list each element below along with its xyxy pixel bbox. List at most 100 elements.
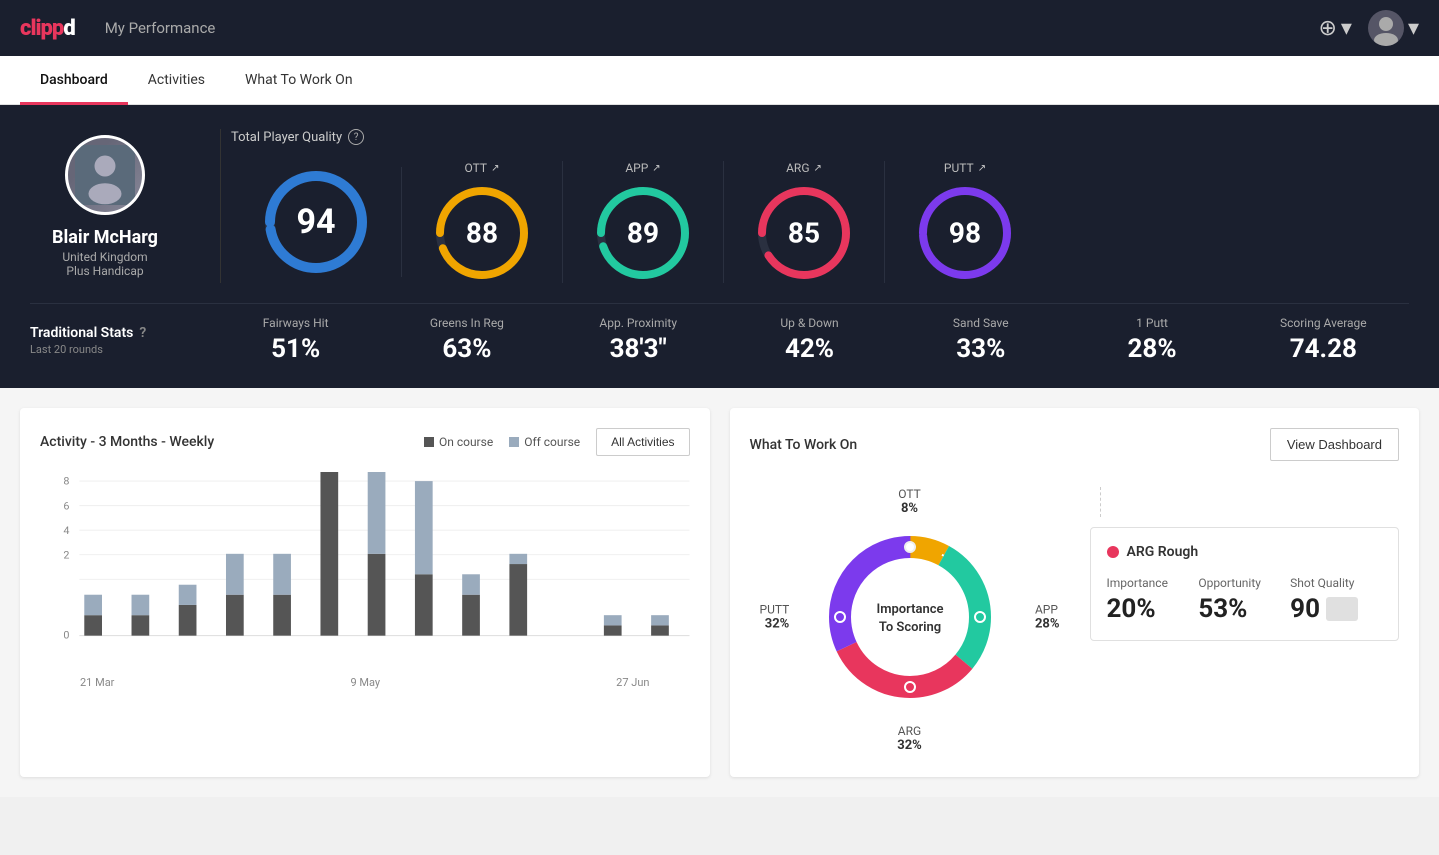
- putt-label: PUTT ↗: [944, 161, 986, 175]
- stat-updown: Up & Down 42%: [724, 316, 895, 364]
- ott-score-item: OTT ↗ 88: [402, 161, 563, 283]
- app-donut-label: APP 28%: [1035, 603, 1060, 632]
- putt-donut-label: PUTT 32%: [760, 603, 790, 632]
- activity-card: Activity - 3 Months - Weekly On course O…: [20, 408, 710, 777]
- ott-donut-label: OTT 8%: [898, 487, 921, 516]
- stats-help-icon[interactable]: ?: [139, 325, 146, 341]
- stat-label-group: Traditional Stats ? Last 20 rounds: [30, 325, 210, 356]
- detail-dot: [1107, 546, 1119, 558]
- putt-score-value: 98: [949, 217, 981, 250]
- stat-1putt-label: 1 Putt: [1066, 316, 1237, 330]
- avatar: [1368, 10, 1404, 46]
- importance-label: Importance: [1107, 576, 1199, 590]
- header-left: clippd My Performance: [20, 16, 215, 41]
- bar: [84, 615, 102, 635]
- stat-gir-value: 63%: [381, 334, 552, 364]
- stat-updown-label: Up & Down: [724, 316, 895, 330]
- all-activities-button[interactable]: All Activities: [596, 428, 689, 456]
- putt-score-item: PUTT ↗ 98: [885, 161, 1045, 283]
- header: clippd My Performance ⊕ ▾ ▾: [0, 0, 1439, 56]
- stat-scoring-value: 74.28: [1238, 334, 1409, 364]
- stat-1putt: 1 Putt 28%: [1066, 316, 1237, 364]
- off-course-dot: [509, 437, 519, 447]
- arg-score-value: 85: [788, 217, 820, 250]
- app-score-value: 89: [627, 217, 659, 250]
- stat-scoring: Scoring Average 74.28: [1238, 316, 1409, 364]
- player-info: Blair McHarg United Kingdom Plus Handica…: [30, 135, 210, 278]
- chart-x-labels: 21 Mar 9 May 27 Jun: [40, 676, 690, 689]
- wtwo-card: What To Work On View Dashboard OTT 8% AP…: [730, 408, 1420, 777]
- scores-row: 94 OTT ↗ 88: [231, 161, 1409, 283]
- bar: [273, 595, 291, 636]
- x-label-3: 27 Jun: [616, 676, 649, 689]
- wtwo-title: What To Work On: [750, 437, 858, 453]
- arg-label: ARG ↗: [786, 161, 822, 175]
- divider: [220, 129, 221, 283]
- arg-donut-label: ARG 32%: [897, 724, 922, 753]
- bar: [132, 615, 150, 635]
- chart-svg: 8 6 4 2 0: [40, 472, 690, 672]
- stats-row: Traditional Stats ? Last 20 rounds Fairw…: [30, 303, 1409, 364]
- chart-legend: On course Off course: [424, 435, 580, 449]
- player-name: Blair McHarg: [52, 227, 158, 248]
- activity-chart-title: Activity - 3 Months - Weekly: [40, 434, 214, 450]
- plus-circle-icon: ⊕: [1318, 16, 1336, 41]
- quality-label: Total Player Quality ?: [231, 129, 1409, 145]
- stat-gir: Greens In Reg 63%: [381, 316, 552, 364]
- header-right: ⊕ ▾ ▾: [1318, 10, 1419, 46]
- bar: [226, 595, 244, 636]
- detail-importance: Importance 20%: [1107, 576, 1199, 624]
- svg-text:To Scoring: To Scoring: [878, 620, 940, 635]
- ott-ring: 88: [432, 183, 532, 283]
- tab-what-to-work-on[interactable]: What To Work On: [225, 56, 373, 105]
- player-handicap: Plus Handicap: [66, 264, 143, 278]
- detail-card: ARG Rough Importance 20% Opportunity 53%…: [1090, 527, 1400, 641]
- legend-on-course: On course: [424, 435, 493, 449]
- donut-svg: Importance To Scoring: [810, 517, 1010, 717]
- app-arrow-icon: ↗: [652, 163, 660, 174]
- bar-off: [651, 615, 669, 625]
- hero-section: Blair McHarg United Kingdom Plus Handica…: [0, 105, 1439, 388]
- arg-ring: 85: [754, 183, 854, 283]
- bar-off: [604, 615, 622, 625]
- detail-area: ARG Rough Importance 20% Opportunity 53%…: [1090, 477, 1400, 641]
- svg-text:4: 4: [63, 524, 69, 536]
- detail-opportunity: Opportunity 53%: [1198, 576, 1290, 624]
- stats-sublabel: Last 20 rounds: [30, 343, 190, 356]
- bar: [179, 605, 197, 636]
- arg-arrow-icon: ↗: [814, 163, 822, 174]
- detail-metrics: Importance 20% Opportunity 53% Shot Qual…: [1107, 576, 1383, 624]
- svg-text:2: 2: [63, 549, 69, 561]
- bar-off: [273, 554, 291, 595]
- tab-activities[interactable]: Activities: [128, 56, 225, 105]
- main-score-value: 94: [296, 202, 335, 242]
- tab-dashboard[interactable]: Dashboard: [20, 56, 128, 105]
- x-label-1: 21 Mar: [80, 676, 114, 689]
- quality-section: Total Player Quality ? 94: [231, 129, 1409, 283]
- bar-off: [368, 472, 386, 554]
- wtwo-header: What To Work On View Dashboard: [750, 428, 1400, 461]
- hero-top: Blair McHarg United Kingdom Plus Handica…: [30, 129, 1409, 283]
- stat-proximity-label: App. Proximity: [553, 316, 724, 330]
- bar-off: [415, 481, 433, 574]
- help-icon[interactable]: ?: [348, 129, 364, 145]
- app-score-item: APP ↗ 89: [563, 161, 724, 283]
- bar-off: [509, 554, 527, 564]
- bottom-content: Activity - 3 Months - Weekly On course O…: [0, 388, 1439, 797]
- add-button[interactable]: ⊕ ▾: [1318, 16, 1351, 41]
- stat-gir-label: Greens In Reg: [381, 316, 552, 330]
- opportunity-value: 53%: [1198, 594, 1290, 624]
- stat-sandsave-value: 33%: [895, 334, 1066, 364]
- opportunity-label: Opportunity: [1198, 576, 1290, 590]
- detail-card-title: ARG Rough: [1107, 544, 1383, 560]
- profile-menu[interactable]: ▾: [1368, 10, 1419, 46]
- bar: [462, 595, 480, 636]
- shot-quality-label: Shot Quality: [1290, 576, 1382, 590]
- stat-1putt-value: 28%: [1066, 334, 1237, 364]
- arg-score-item: ARG ↗ 85: [724, 161, 885, 283]
- stat-scoring-label: Scoring Average: [1238, 316, 1409, 330]
- shot-quality-badge: [1326, 597, 1358, 621]
- activity-card-header: Activity - 3 Months - Weekly On course O…: [40, 428, 690, 456]
- view-dashboard-button[interactable]: View Dashboard: [1270, 428, 1399, 461]
- header-title: My Performance: [105, 19, 216, 37]
